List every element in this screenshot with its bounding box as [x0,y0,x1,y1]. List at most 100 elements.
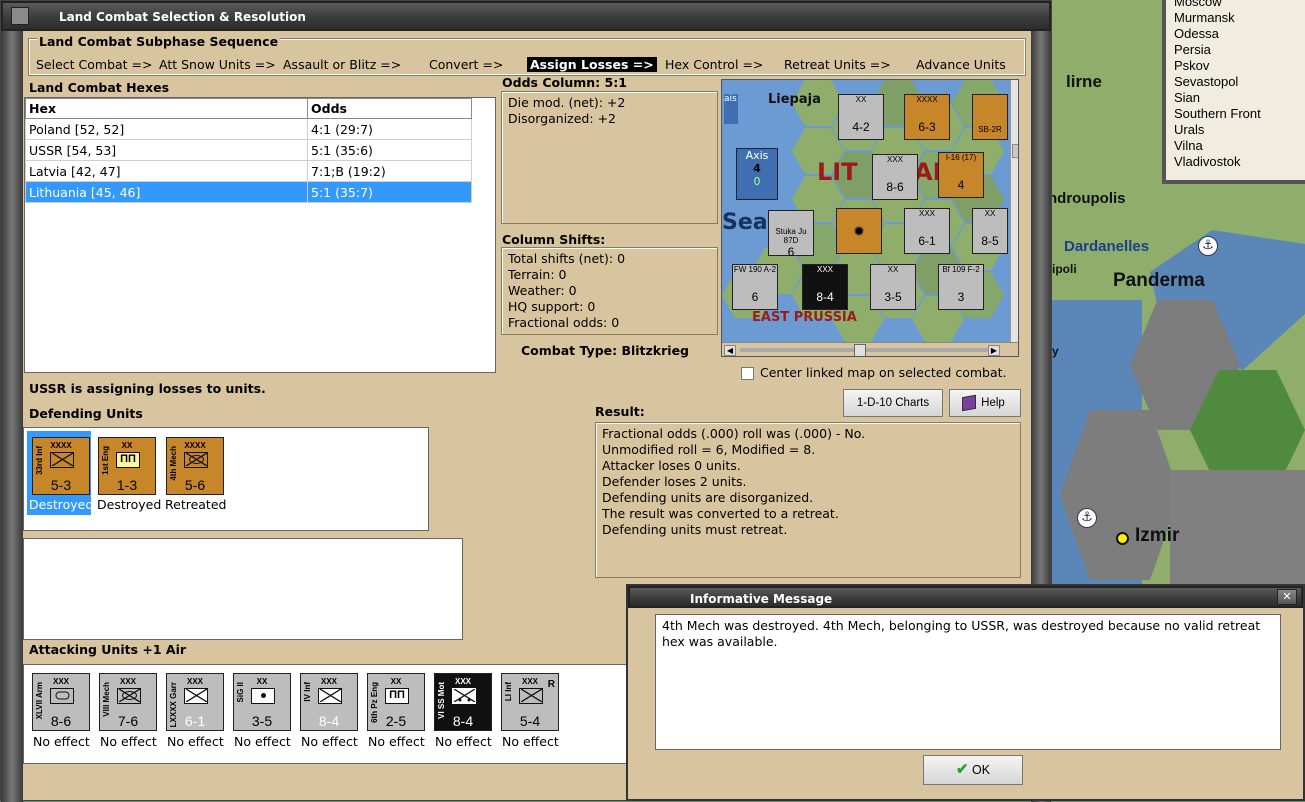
attacker-unit-counter[interactable]: XX SiG II 3-5 [233,673,291,731]
scroll-right-arrow-icon[interactable]: ▶ [988,345,1000,356]
hexes-list[interactable]: Hex Odds Poland [52, 52] 4:1 (29:7) USSR … [24,97,496,373]
window-frame-left [1,31,23,802]
odds-heading: Odds Column: 5:1 [502,75,627,90]
city-list-item[interactable]: Persia [1174,42,1305,58]
city-list-item[interactable]: Moscow [1174,0,1305,10]
defender-status: Destroyed [29,497,94,512]
minimap-counter[interactable]: XXXX 6-3 [904,94,950,140]
odds-cell: 4:1 (29:7) [307,118,472,140]
ok-button[interactable]: ✔ OK [923,755,1023,785]
result-line: The result was converted to a retreat. [602,506,839,521]
ok-label: OK [972,763,991,777]
step-retreat-units: Retreat Units => [784,57,891,72]
attacker-status: No effect [234,734,291,749]
minimap-east-prussia: EAST PRUSSIA [752,310,857,325]
attacker-status: No effect [33,734,90,749]
minimap-counter[interactable]: XX 3-5 [870,264,916,310]
minimap-counter[interactable]: XXX 6-1 [904,208,950,254]
step-assault-or-blitz: Assault or Blitz => [283,57,402,72]
map-label-izmir: Izmir [1135,525,1180,546]
minimap-counter[interactable]: XX 4-2 [838,94,884,140]
help-button[interactable]: Help [949,389,1021,417]
center-linked-checkbox[interactable] [741,367,754,380]
attacker-unit-counter[interactable]: XXX VI SS Mot 8-4 [434,673,492,731]
shift-line: HQ support: 0 [508,299,596,314]
column-header-hex[interactable]: Hex [25,98,308,119]
help-label: Help [981,397,1005,409]
axis-sub: 0 [753,175,761,188]
attacker-unit-counter[interactable]: XX 6th Pz Eng ПП 2-5 [367,673,425,731]
scroll-left-arrow-icon[interactable]: ◀ [724,345,736,356]
minimap-counter[interactable]: I-16 (17) 4 [938,152,984,198]
city-list-item[interactable]: Sian [1174,90,1305,106]
result-line: Attacker loses 0 units. [602,458,741,473]
minimap-counter[interactable]: XX 8-5 [972,208,1008,254]
selected-hex-counter[interactable]: ✹ [836,208,882,254]
minimap-hscrollbar[interactable]: ◀ ▶ [722,342,1018,356]
checkmark-icon: ✔ [955,761,969,778]
window-title: Land Combat Selection & Resolution [59,10,306,24]
shifts-box: Total shifts (net): 0 Terrain: 0 Weather… [501,247,718,335]
result-box: Fractional odds (.000) roll was (.000) -… [595,422,1021,578]
city-list-item[interactable]: Southern Front [1174,106,1305,122]
linked-minimap[interactable]: Axis 4 0 ais Liepaja LIT AI Sea EAST PRU… [721,79,1019,357]
city-list-item[interactable]: Urals [1174,122,1305,138]
table-row[interactable]: Latvia [42, 47] 7:1;B (19:2) [25,160,472,182]
city-list[interactable]: Moscow Murmansk Odessa Persia Pskov Seva… [1162,0,1305,184]
hex-cell: USSR [54, 53] [25,139,308,161]
map-label-androupolis: ndroupolis [1048,190,1126,207]
scroll-thumb[interactable] [1012,144,1018,158]
minimap-vscrollbar[interactable] [1010,80,1018,342]
help-book-icon [962,394,976,412]
table-row-selected[interactable]: Lithuania [45, 46] 5:1 (35:7) [25,181,472,203]
table-row[interactable]: Poland [52, 52] 4:1 (29:7) [25,118,472,140]
shifts-heading: Column Shifts: [502,232,606,247]
city-list-item[interactable]: Vilna [1174,138,1305,154]
defender-unit-counter[interactable]: XXXX 4th Mech 5-6 [166,437,224,495]
minimap-counter[interactable]: FW 190 A-2 6 [732,264,778,310]
attacker-unit-counter[interactable]: XXX XLVII Arm 8-6 [32,673,90,731]
table-header-row: Hex Odds [25,98,472,119]
scroll-thumb[interactable] [854,344,866,356]
city-list-item[interactable]: Sevastopol [1174,74,1305,90]
city-list-item[interactable]: Odessa [1174,26,1305,42]
attacker-status: No effect [100,734,157,749]
attacker-status: No effect [167,734,224,749]
shift-line: Terrain: 0 [508,267,567,282]
defending-heading: Defending Units [29,406,143,421]
minimap-counter[interactable]: XXX 8-6 [872,154,918,200]
column-header-odds[interactable]: Odds [307,98,472,119]
city-list-item[interactable]: Vladivostok [1174,154,1305,170]
charts-button[interactable]: 1-D-10 Charts [843,389,943,417]
attacker-unit-counter[interactable]: XXX VIII Mech 7-6 [99,673,157,731]
minimap-counter[interactable]: XXX 8-4 [802,264,848,310]
city-list-item[interactable]: Murmansk [1174,10,1305,26]
attacker-unit-counter[interactable]: XXX IV Inf 8-4 [300,673,358,731]
attacker-status: No effect [301,734,358,749]
city-list-item[interactable]: Pskov [1174,58,1305,74]
defender-unit-counter[interactable]: XXXX 33rd Inf 5-3 [32,437,90,495]
odds-box: Die mod. (net): +2 Disorganized: +2 [501,91,718,224]
defender-unit-counter[interactable]: XX 1st Eng ПП 1-3 [98,437,156,495]
dialog-message: 4th Mech was destroyed. 4th Mech, belong… [655,614,1281,750]
table-row[interactable]: USSR [54, 53] 5:1 (35:6) [25,139,472,161]
shift-line: Fractional odds: 0 [508,315,620,330]
minimap-sea: Sea [722,210,768,235]
minimap-counter[interactable]: Stuka Ju 87D 6 [768,210,814,259]
attacker-status: No effect [435,734,492,749]
axis-num: 4 [753,162,761,175]
hex-cell: Latvia [42, 47] [25,160,308,182]
window-titlebar[interactable]: Land Combat Selection & Resolution [1,1,1051,31]
dialog-close-icon[interactable]: ✕ [1277,589,1297,605]
attacker-unit-counter[interactable]: XXX LI Inf R 5-4 [501,673,559,731]
window-menu-icon[interactable] [11,7,29,25]
minimap-counter[interactable]: Bf 109 F-2 3 [938,264,984,310]
result-line: Defender loses 2 units. [602,474,747,489]
step-hex-control: Hex Control => [665,57,764,72]
dialog-titlebar[interactable]: Informative Message ✕ [628,586,1303,608]
attacking-heading: Attacking Units +1 Air [29,642,187,657]
city-marker-icon[interactable] [1116,532,1129,545]
attacker-unit-counter[interactable]: XXX LXXXX Garr 6-1 [166,673,224,731]
axis-box[interactable]: Axis 4 0 [736,148,778,200]
minimap-counter[interactable]: SB-2R [972,94,1008,140]
